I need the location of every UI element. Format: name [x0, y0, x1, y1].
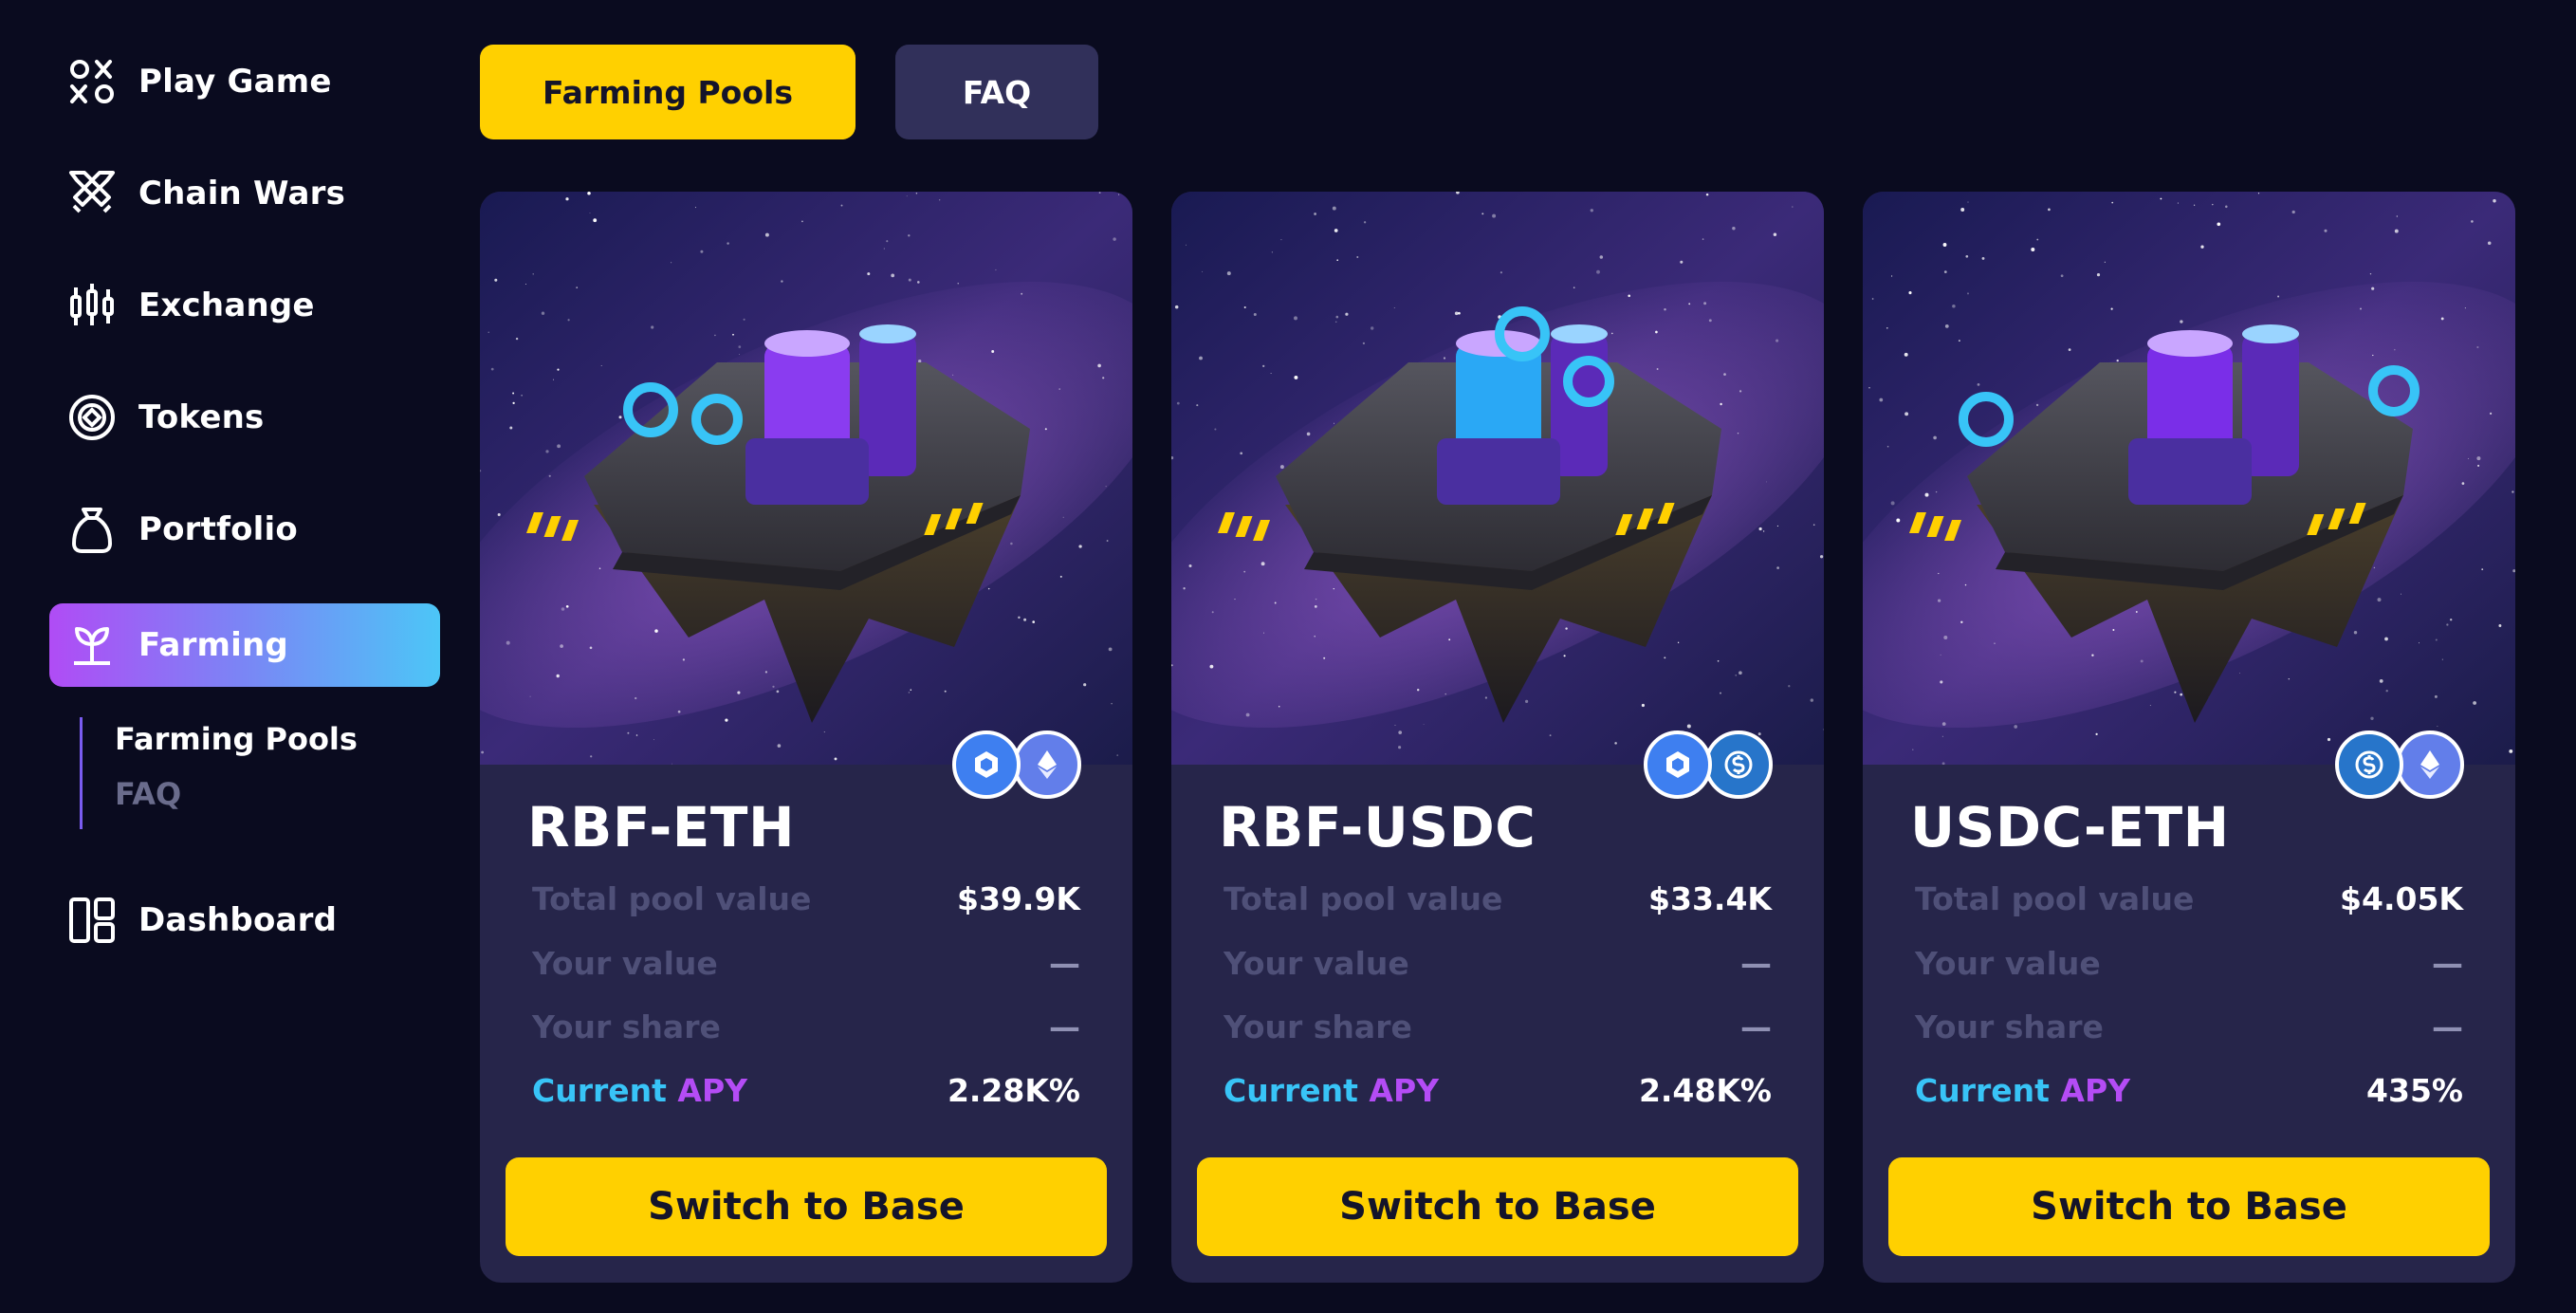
money-bag-icon	[66, 504, 118, 555]
sidebar-item-label: Play Game	[138, 63, 332, 101]
your-share-row: Your share —	[1224, 1003, 1772, 1050]
current-apy-label: Current APY	[532, 1072, 747, 1109]
pool-card: RBF-ETH Total pool value $39.9K Your val…	[480, 192, 1132, 1283]
pool-illustration	[1863, 192, 2515, 765]
crossed-swords-icon	[66, 168, 118, 219]
subnav-faq[interactable]: FAQ	[115, 772, 358, 827]
sidebar-item-label: Farming	[138, 626, 288, 664]
usdc-icon	[1704, 730, 1773, 799]
sidebar-item-label: Dashboard	[138, 901, 338, 939]
candlestick-icon	[66, 280, 118, 331]
your-share: —	[1049, 1008, 1080, 1045]
total-pool-value-row: Total pool value $33.4K	[1224, 875, 1772, 922]
current-apy-value: 2.48K%	[1638, 1071, 1772, 1109]
ethereum-icon	[1013, 730, 1081, 799]
your-share-row: Your share —	[1915, 1003, 2463, 1050]
your-value: —	[1740, 944, 1772, 982]
sidebar-item-label: Exchange	[138, 287, 315, 324]
your-value-row: Your value —	[1915, 939, 2463, 987]
sidebar-item-dashboard[interactable]: Dashboard	[49, 878, 440, 962]
sidebar-item-label: Chain Wars	[138, 175, 346, 213]
sidebar-item-farming[interactable]: Farming	[49, 603, 440, 687]
ethereum-icon	[2396, 730, 2464, 799]
sidebar-item-exchange[interactable]: Exchange	[49, 264, 440, 347]
apy-label: APY	[677, 1071, 748, 1109]
your-value: —	[1049, 944, 1080, 982]
pool-art	[1863, 192, 2515, 765]
pool-card: RBF-USDC Total pool value $33.4K Your va…	[1171, 192, 1824, 1283]
your-share: —	[2432, 1008, 2463, 1045]
tab-faq[interactable]: FAQ	[895, 45, 1098, 139]
xo-icon	[66, 56, 118, 107]
your-value-row: Your value —	[532, 939, 1080, 987]
current-label: Current	[1915, 1071, 2050, 1109]
total-pool-value-label: Total pool value	[1224, 879, 1503, 917]
your-share-label: Your share	[532, 1008, 721, 1045]
pool-illustration	[480, 192, 1132, 765]
total-pool-value: $39.9K	[957, 879, 1080, 917]
total-pool-value: $33.4K	[1648, 879, 1772, 917]
subnav-farming-pools[interactable]: Farming Pools	[115, 717, 358, 772]
total-pool-value-label: Total pool value	[532, 879, 812, 917]
apy-label: APY	[2060, 1071, 2131, 1109]
sidebar-item-play-game[interactable]: Play Game	[49, 40, 440, 123]
switch-to-base-button[interactable]: Switch to Base	[1197, 1157, 1798, 1256]
current-apy-label: Current APY	[1915, 1072, 2130, 1109]
pool-name: RBF-USDC	[1219, 795, 1536, 860]
current-apy-value: 435%	[2366, 1071, 2463, 1109]
current-label: Current	[1224, 1071, 1358, 1109]
current-apy-value: 2.28K%	[947, 1071, 1080, 1109]
current-apy-row: Current APY 435%	[1915, 1066, 2463, 1114]
sidebar-item-chain-wars[interactable]: Chain Wars	[49, 152, 440, 235]
apy-label: APY	[1369, 1071, 1440, 1109]
your-value: —	[2432, 944, 2463, 982]
token-pair	[1644, 730, 1776, 799]
pool-illustration	[1171, 192, 1824, 765]
current-apy-row: Current APY 2.48K%	[1224, 1066, 1772, 1114]
rbf-token-icon	[952, 730, 1021, 799]
total-pool-value-label: Total pool value	[1915, 879, 2195, 917]
pool-card: USDC-ETH Total pool value $4.05K Your va…	[1863, 192, 2515, 1283]
sidebar-item-tokens[interactable]: Tokens	[49, 376, 440, 459]
current-apy-label: Current APY	[1224, 1072, 1439, 1109]
switch-to-base-button[interactable]: Switch to Base	[506, 1157, 1107, 1256]
leaf-icon	[66, 620, 118, 671]
farming-subnav: Farming Pools FAQ	[80, 717, 358, 829]
sidebar-item-portfolio[interactable]: Portfolio	[49, 488, 440, 571]
current-apy-row: Current APY 2.28K%	[532, 1066, 1080, 1114]
your-share-row: Your share —	[532, 1003, 1080, 1050]
token-pair	[952, 730, 1085, 799]
pool-art	[1171, 192, 1824, 765]
total-pool-value: $4.05K	[2340, 879, 2463, 917]
your-value-label: Your value	[532, 944, 718, 982]
token-pair	[2335, 730, 2468, 799]
your-value-label: Your value	[1224, 944, 1409, 982]
sidebar: Play Game Chain Wars Exchange Tokens Por…	[0, 0, 455, 1313]
tab-farming-pools[interactable]: Farming Pools	[480, 45, 856, 139]
usdc-icon	[2335, 730, 2403, 799]
rbf-token-icon	[1644, 730, 1712, 799]
pool-art	[480, 192, 1132, 765]
current-label: Current	[532, 1071, 667, 1109]
your-value-label: Your value	[1915, 944, 2101, 982]
farming-app: Play Game Chain Wars Exchange Tokens Por…	[0, 0, 2576, 1313]
sidebar-item-label: Portfolio	[138, 510, 298, 548]
total-pool-value-row: Total pool value $4.05K	[1915, 875, 2463, 922]
switch-to-base-button[interactable]: Switch to Base	[1888, 1157, 2490, 1256]
sidebar-item-label: Tokens	[138, 398, 265, 436]
your-share-label: Your share	[1224, 1008, 1412, 1045]
dashboard-grid-icon	[66, 895, 118, 946]
your-value-row: Your value —	[1224, 939, 1772, 987]
your-share: —	[1740, 1008, 1772, 1045]
token-coin-icon	[66, 392, 118, 443]
pool-name: RBF-ETH	[527, 795, 796, 860]
pool-name: USDC-ETH	[1910, 795, 2230, 860]
your-share-label: Your share	[1915, 1008, 2104, 1045]
total-pool-value-row: Total pool value $39.9K	[532, 875, 1080, 922]
